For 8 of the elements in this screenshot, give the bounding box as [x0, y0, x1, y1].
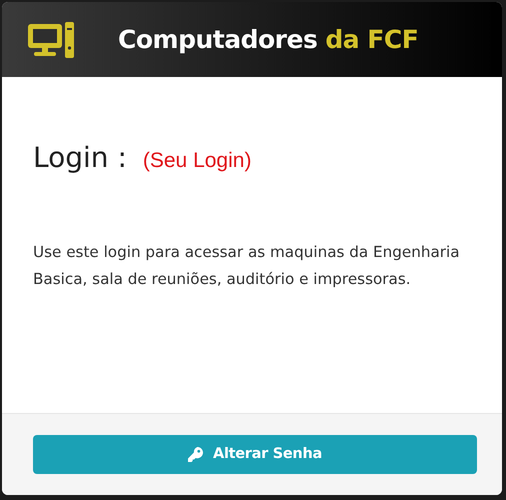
key-icon — [188, 447, 204, 462]
login-value: (Seu Login) — [142, 148, 252, 174]
login-label: Login : — [33, 140, 127, 176]
change-password-button[interactable]: Alterar Senha — [33, 435, 477, 474]
description-text: Use este login para acessar as maquinas da Engenharia Basica, sala de reuniões, auditório e impressoras. — [33, 242, 461, 290]
header-title-accent: da FCF — [325, 24, 418, 56]
header-title: Computadores — [118, 24, 318, 56]
computer-icon — [28, 22, 74, 58]
